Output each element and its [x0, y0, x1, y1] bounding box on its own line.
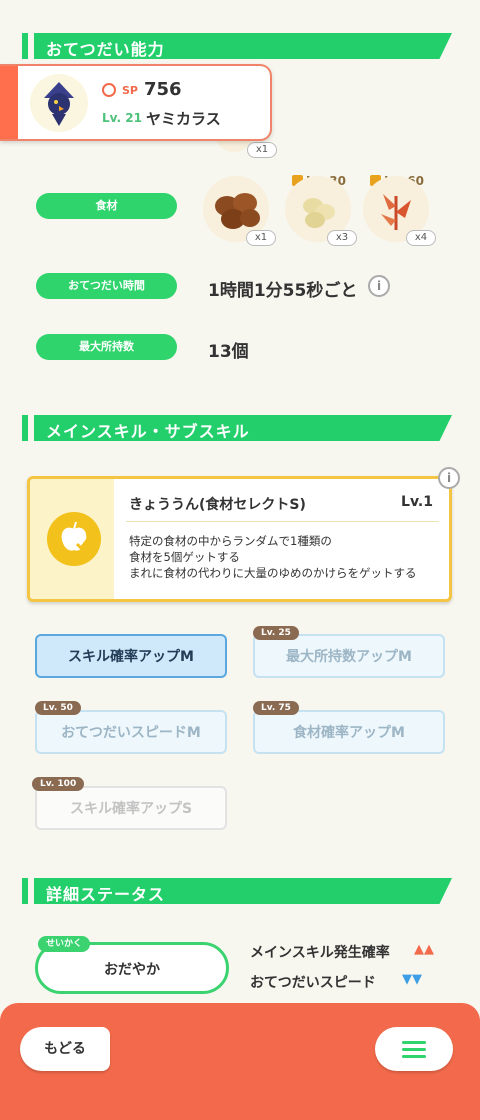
ingredient-count: x3 [327, 230, 357, 246]
main-skill-level: Lv.1 [401, 494, 433, 510]
ingredient-count: x1 [246, 230, 276, 246]
subskill-lock-badge: Lv. 75 [253, 701, 299, 715]
subskill-button[interactable]: スキル確率アップS [35, 786, 227, 830]
sp-icon [102, 83, 116, 97]
pokemon-level: Lv. 21 [102, 111, 142, 125]
main-skill-name: きょううん(食材セレクトS) [129, 497, 306, 513]
sp-value: 756 [144, 79, 182, 100]
help-time-label: おてつだい時間 [36, 273, 177, 299]
apple-check-icon [47, 512, 101, 566]
info-icon[interactable]: i [438, 467, 460, 489]
berry-count: x1 [247, 142, 277, 158]
max-carry-value: 13個 [208, 342, 249, 362]
pokemon-summary-card: SP 756 Lv. 21 ヤミカラス [0, 64, 272, 141]
main-skill-description: 特定の食材の中からランダムで1種類の 食材を5個ゲットする まれに食材の代わりに… [129, 534, 417, 580]
pokemon-name: ヤミカラス [146, 110, 221, 128]
ingredient-count: x4 [406, 230, 436, 246]
stat-label: メインスキル発生確率 [250, 945, 390, 961]
nature-value: おだやか [104, 962, 160, 978]
back-button[interactable]: もどる [20, 1027, 110, 1071]
section-header-helping-ability: おてつだい能力 [22, 33, 452, 59]
stat-down-arrows: ▼▼ [402, 972, 422, 987]
section-header-detailed-status: 詳細ステータス [22, 878, 452, 904]
subskill-button[interactable]: 最大所持数アップM [253, 634, 445, 678]
subskill-button[interactable]: 食材確率アップM [253, 710, 445, 754]
stat-label: おてつだいスピード [250, 975, 376, 991]
max-carry-label: 最大所持数 [36, 334, 177, 360]
footer-bar: もどる [0, 1003, 480, 1120]
sp-label: SP [122, 84, 138, 97]
section-title: おてつだい能力 [46, 40, 165, 59]
subskill-button[interactable]: おてつだいスピードM [35, 710, 227, 754]
menu-button[interactable] [375, 1027, 453, 1071]
section-title: 詳細ステータス [46, 885, 166, 904]
subskill-lock-badge: Lv. 100 [32, 777, 85, 791]
nature-tag: せいかく [38, 936, 91, 952]
subskill-lock-badge: Lv. 50 [35, 701, 81, 715]
main-skill-card[interactable]: きょううん(食材セレクトS) Lv.1 特定の食材の中からランダムで1種類の 食… [27, 476, 452, 602]
subskill-lock-badge: Lv. 25 [253, 626, 299, 640]
subskill-button[interactable]: スキル確率アップM [35, 634, 227, 678]
section-header-skills: メインスキル・サブスキル [22, 415, 452, 441]
info-icon[interactable]: i [368, 275, 390, 297]
pokemon-avatar [30, 74, 88, 132]
help-time-value: 1時間1分55秒ごと [208, 281, 358, 301]
nature-box[interactable]: せいかく おだやか [35, 936, 229, 994]
divider [126, 521, 439, 522]
section-title: メインスキル・サブスキル [46, 422, 250, 441]
ingredients-label: 食材 [36, 193, 177, 219]
stat-up-arrows: ▲▲ [414, 942, 434, 957]
